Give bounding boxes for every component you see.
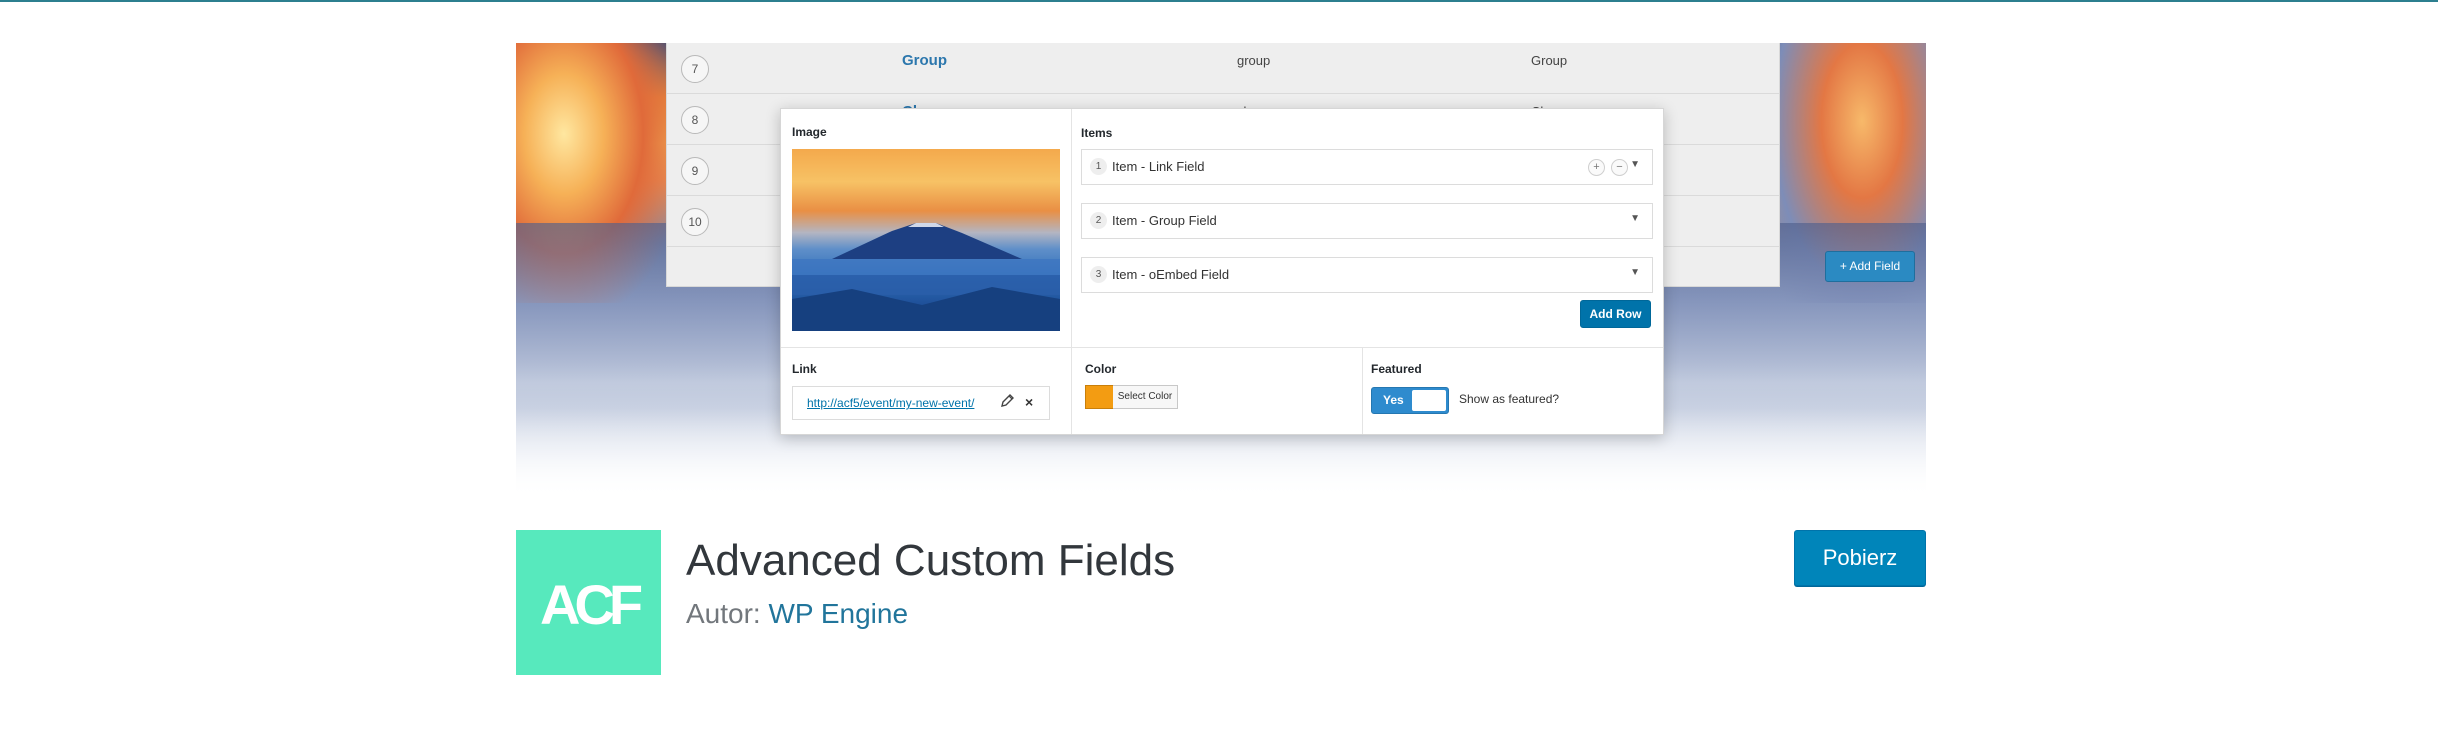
item-label: Item - Group Field — [1112, 213, 1217, 228]
pencil-icon[interactable] — [999, 392, 1015, 415]
chevron-down-icon[interactable]: ▼ — [1630, 159, 1640, 170]
top-accent-line — [0, 0, 2438, 2]
download-button[interactable]: Pobierz — [1794, 530, 1926, 586]
plugin-title: Advanced Custom Fields — [686, 536, 1176, 585]
item-number: 3 — [1090, 266, 1107, 283]
minus-icon[interactable]: − — [1611, 159, 1628, 176]
featured-toggle[interactable]: Yes — [1371, 387, 1449, 414]
close-icon[interactable]: × — [1025, 394, 1033, 410]
add-field-button[interactable]: + Add Field — [1825, 251, 1915, 282]
select-color-button[interactable]: Select Color — [1113, 385, 1178, 409]
author-prefix: Autor: — [686, 598, 761, 629]
divider — [781, 347, 1663, 348]
image-label: Image — [792, 125, 827, 139]
repeater-item[interactable]: 2 Item - Group Field ▼ — [1081, 203, 1653, 239]
plugin-banner: 7 Group group Group 8 Clone clone Clone … — [516, 43, 1926, 498]
row-number: 9 — [681, 157, 709, 185]
acf-logo-icon: ACF — [539, 573, 643, 636]
item-label: Item - Link Field — [1112, 159, 1205, 174]
row-number: 8 — [681, 106, 709, 134]
item-number: 1 — [1090, 158, 1107, 175]
item-label: Item - oEmbed Field — [1112, 267, 1230, 282]
items-label: Items — [1081, 126, 1113, 140]
plus-icon[interactable]: + — [1588, 159, 1605, 176]
link-label: Link — [792, 362, 817, 376]
author-link[interactable]: WP Engine — [768, 598, 908, 629]
divider — [1071, 109, 1072, 434]
featured-text: Show as featured? — [1459, 392, 1560, 406]
featured-label: Featured — [1371, 362, 1422, 376]
toggle-yes-label: Yes — [1383, 393, 1404, 407]
row-number: 7 — [681, 55, 709, 83]
repeater-item[interactable]: 3 Item - oEmbed Field ▼ — [1081, 257, 1653, 293]
row-number: 10 — [681, 208, 709, 236]
add-row-button[interactable]: Add Row — [1580, 300, 1651, 328]
table-row: 7 Group group Group — [667, 43, 1779, 94]
link-field[interactable]: http://acf5/event/my-new-event/ × — [792, 386, 1050, 420]
plugin-author: Autor: WP Engine — [686, 598, 908, 630]
field-name: group — [1237, 53, 1271, 68]
chevron-down-icon[interactable]: ▼ — [1630, 267, 1640, 278]
field-type: Group — [1531, 53, 1568, 68]
color-label: Color — [1085, 362, 1117, 376]
chevron-down-icon[interactable]: ▼ — [1630, 213, 1640, 224]
repeater-item[interactable]: 1 Item - Link Field + − ▼ — [1081, 149, 1653, 185]
toggle-knob — [1412, 390, 1446, 411]
color-swatch[interactable] — [1085, 385, 1115, 409]
link-url[interactable]: http://acf5/event/my-new-event/ — [807, 396, 974, 410]
field-label-link[interactable]: Group — [902, 52, 947, 69]
mountain-image — [792, 223, 1060, 331]
image-preview[interactable] — [792, 149, 1060, 331]
field-group-card: Image Items 1 Item - Link Field + − ▼ 2 … — [780, 108, 1664, 435]
item-number: 2 — [1090, 212, 1107, 229]
divider — [1362, 347, 1363, 434]
plugin-icon: ACF — [516, 530, 661, 675]
